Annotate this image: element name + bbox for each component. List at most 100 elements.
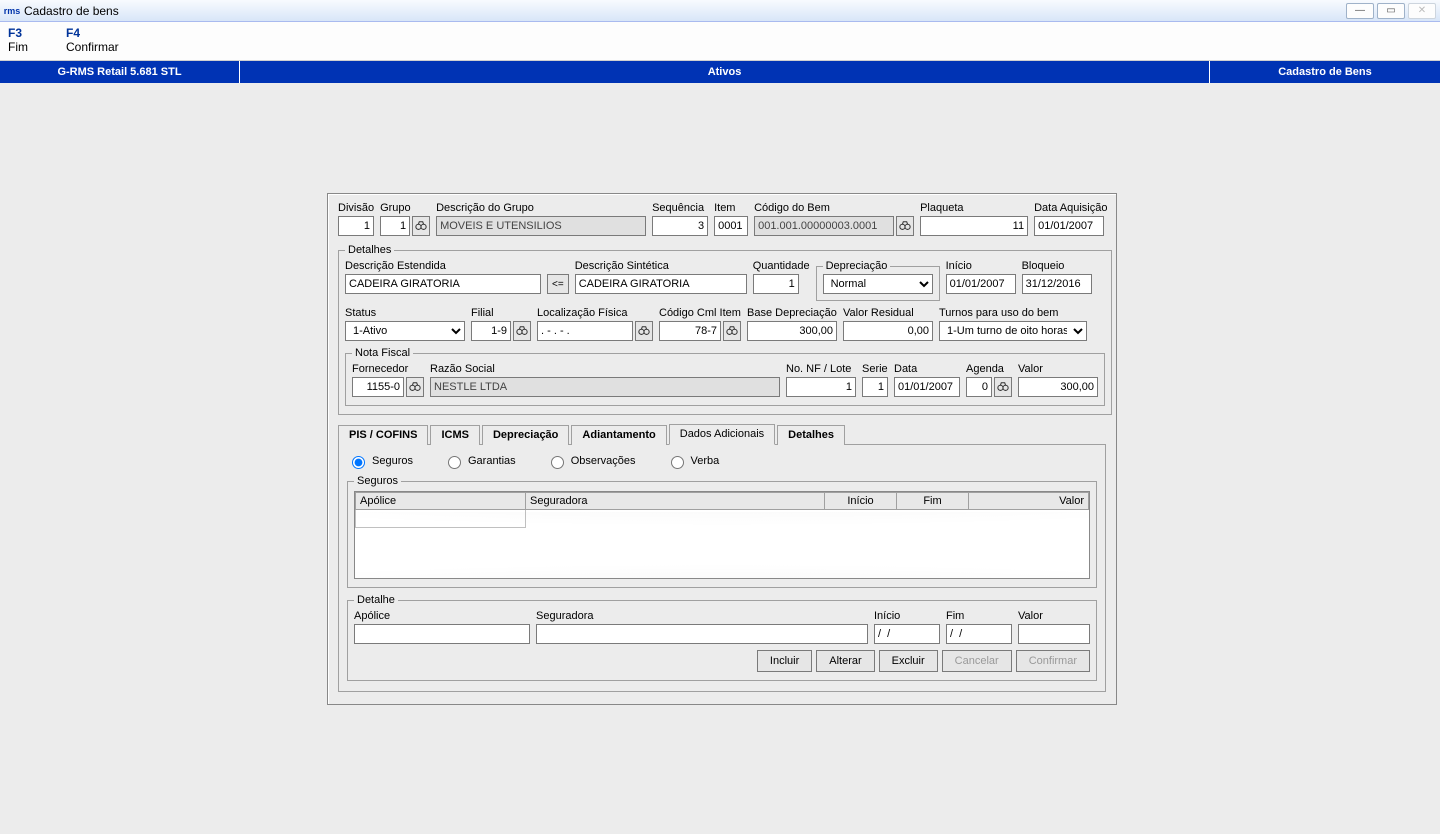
nf-lote-input[interactable] [786,377,856,397]
valor-residual-label: Valor Residual [843,307,933,319]
agenda-lookup-button[interactable] [994,377,1012,397]
serie-input[interactable] [862,377,888,397]
radio-observacoes[interactable]: Observações [546,453,636,469]
tab-dados-adicionais[interactable]: Dados Adicionais [669,424,775,445]
app-version: G-RMS Retail 5.681 STL [0,61,240,83]
divisao-input[interactable] [338,216,374,236]
detalhe-valor-label: Valor [1018,610,1090,622]
agenda-input[interactable] [966,377,992,397]
detalhes-fieldset: Detalhes Descrição Estendida <= Descriçã… [338,244,1112,415]
status-strip: G-RMS Retail 5.681 STL Ativos Cadastro d… [0,61,1440,83]
item-input[interactable] [714,216,748,236]
tab-adiantamento[interactable]: Adiantamento [571,425,666,445]
table-row[interactable] [356,510,1089,528]
shortcut-key: F4 [66,26,119,40]
cod-cml-label: Código Cml Item [659,307,741,319]
detalhe-fieldset: Detalhe Apólice Seguradora Início Fim Va… [347,594,1097,681]
desc-sintetica-label: Descrição Sintética [575,260,747,272]
valor-residual-input[interactable] [843,321,933,341]
tab-depreciacao[interactable]: Depreciação [482,425,569,445]
desc-estendida-label: Descrição Estendida [345,260,541,272]
plaqueta-input[interactable] [920,216,1028,236]
detalhe-inicio-input[interactable] [874,624,940,644]
filial-input[interactable] [471,321,511,341]
radio-garantias[interactable]: Garantias [443,453,516,469]
close-button[interactable]: ✕ [1408,3,1436,19]
fornecedor-input[interactable] [352,377,404,397]
col-valor: Valor [969,493,1089,510]
nf-data-input[interactable] [894,377,960,397]
window-title: Cadastro de bens [24,4,119,18]
data-aquisicao-input[interactable] [1034,216,1104,236]
shortcut-label: Confirmar [66,40,119,54]
nota-fiscal-fieldset: Nota Fiscal Fornecedor Razão Social No. … [345,347,1105,406]
shortcut-fim[interactable]: F3 Fim [8,26,28,54]
turnos-select[interactable]: 1-Um turno de oito horas [939,321,1087,341]
shortcut-bar: F3 Fim F4 Confirmar [0,22,1440,61]
binoculars-icon [899,220,911,232]
desc-sintetica-input[interactable] [575,274,747,294]
module-title: Ativos [240,61,1210,83]
confirmar-button[interactable]: Confirmar [1016,650,1090,672]
shortcut-key: F3 [8,26,28,40]
detalhe-inicio-label: Início [874,610,940,622]
nf-lote-label: No. NF / Lote [786,363,856,375]
radio-verba[interactable]: Verba [666,453,720,469]
status-select[interactable]: 1-Ativo [345,321,465,341]
detalhe-valor-input[interactable] [1018,624,1090,644]
cod-cml-lookup-button[interactable] [723,321,741,341]
tab-icms[interactable]: ICMS [430,425,480,445]
binoculars-icon [997,381,1009,393]
agenda-label: Agenda [966,363,1012,375]
base-dep-label: Base Depreciação [747,307,837,319]
nf-data-label: Data [894,363,960,375]
col-apolice: Apólice [356,493,526,510]
binoculars-icon [516,325,528,337]
app-icon: rms [4,3,20,19]
razao-social-label: Razão Social [430,363,780,375]
excluir-button[interactable]: Excluir [879,650,938,672]
loc-fisica-lookup-button[interactable] [635,321,653,341]
tab-pis-cofins[interactable]: PIS / COFINS [338,425,428,445]
detalhe-fim-label: Fim [946,610,1012,622]
detalhe-legend: Detalhe [354,594,398,606]
loc-fisica-input[interactable] [537,321,633,341]
cod-cml-input[interactable] [659,321,721,341]
copy-desc-button[interactable]: <= [547,274,569,294]
seguros-fieldset: Seguros Apólice Seguradora Início Fim Va… [347,475,1097,588]
seguros-table[interactable]: Apólice Seguradora Início Fim Valor [354,491,1090,579]
screen-title: Cadastro de Bens [1210,61,1440,83]
sequencia-input[interactable] [652,216,708,236]
detalhe-seguradora-input[interactable] [536,624,868,644]
fornecedor-lookup-button[interactable] [406,377,424,397]
maximize-button[interactable]: ▭ [1377,3,1405,19]
grupo-lookup-button[interactable] [412,216,430,236]
desc-grupo-display [436,216,646,236]
filial-lookup-button[interactable] [513,321,531,341]
grupo-input[interactable] [380,216,410,236]
cancelar-button[interactable]: Cancelar [942,650,1012,672]
quantidade-input[interactable] [753,274,799,294]
nf-valor-input[interactable] [1018,377,1098,397]
shortcut-confirmar[interactable]: F4 Confirmar [66,26,119,54]
minimize-button[interactable]: — [1346,3,1374,19]
radio-seguros[interactable]: Seguros [347,453,413,469]
tab-detalhes[interactable]: Detalhes [777,425,845,445]
loc-fisica-label: Localização Física [537,307,653,319]
alterar-button[interactable]: Alterar [816,650,874,672]
base-dep-input[interactable] [747,321,837,341]
sequencia-label: Sequência [652,202,708,214]
desc-estendida-input[interactable] [345,274,541,294]
codigo-bem-lookup-button[interactable] [896,216,914,236]
bloqueio-label: Bloqueio [1022,260,1092,272]
seguros-legend: Seguros [354,475,401,487]
depreciacao-select[interactable]: Normal [823,274,933,294]
detalhe-fim-input[interactable] [946,624,1012,644]
plaqueta-label: Plaqueta [920,202,1028,214]
incluir-button[interactable]: Incluir [757,650,812,672]
status-label: Status [345,307,465,319]
inicio-input[interactable] [946,274,1016,294]
detalhe-apolice-input[interactable] [354,624,530,644]
nf-valor-label: Valor [1018,363,1098,375]
bloqueio-input[interactable] [1022,274,1092,294]
